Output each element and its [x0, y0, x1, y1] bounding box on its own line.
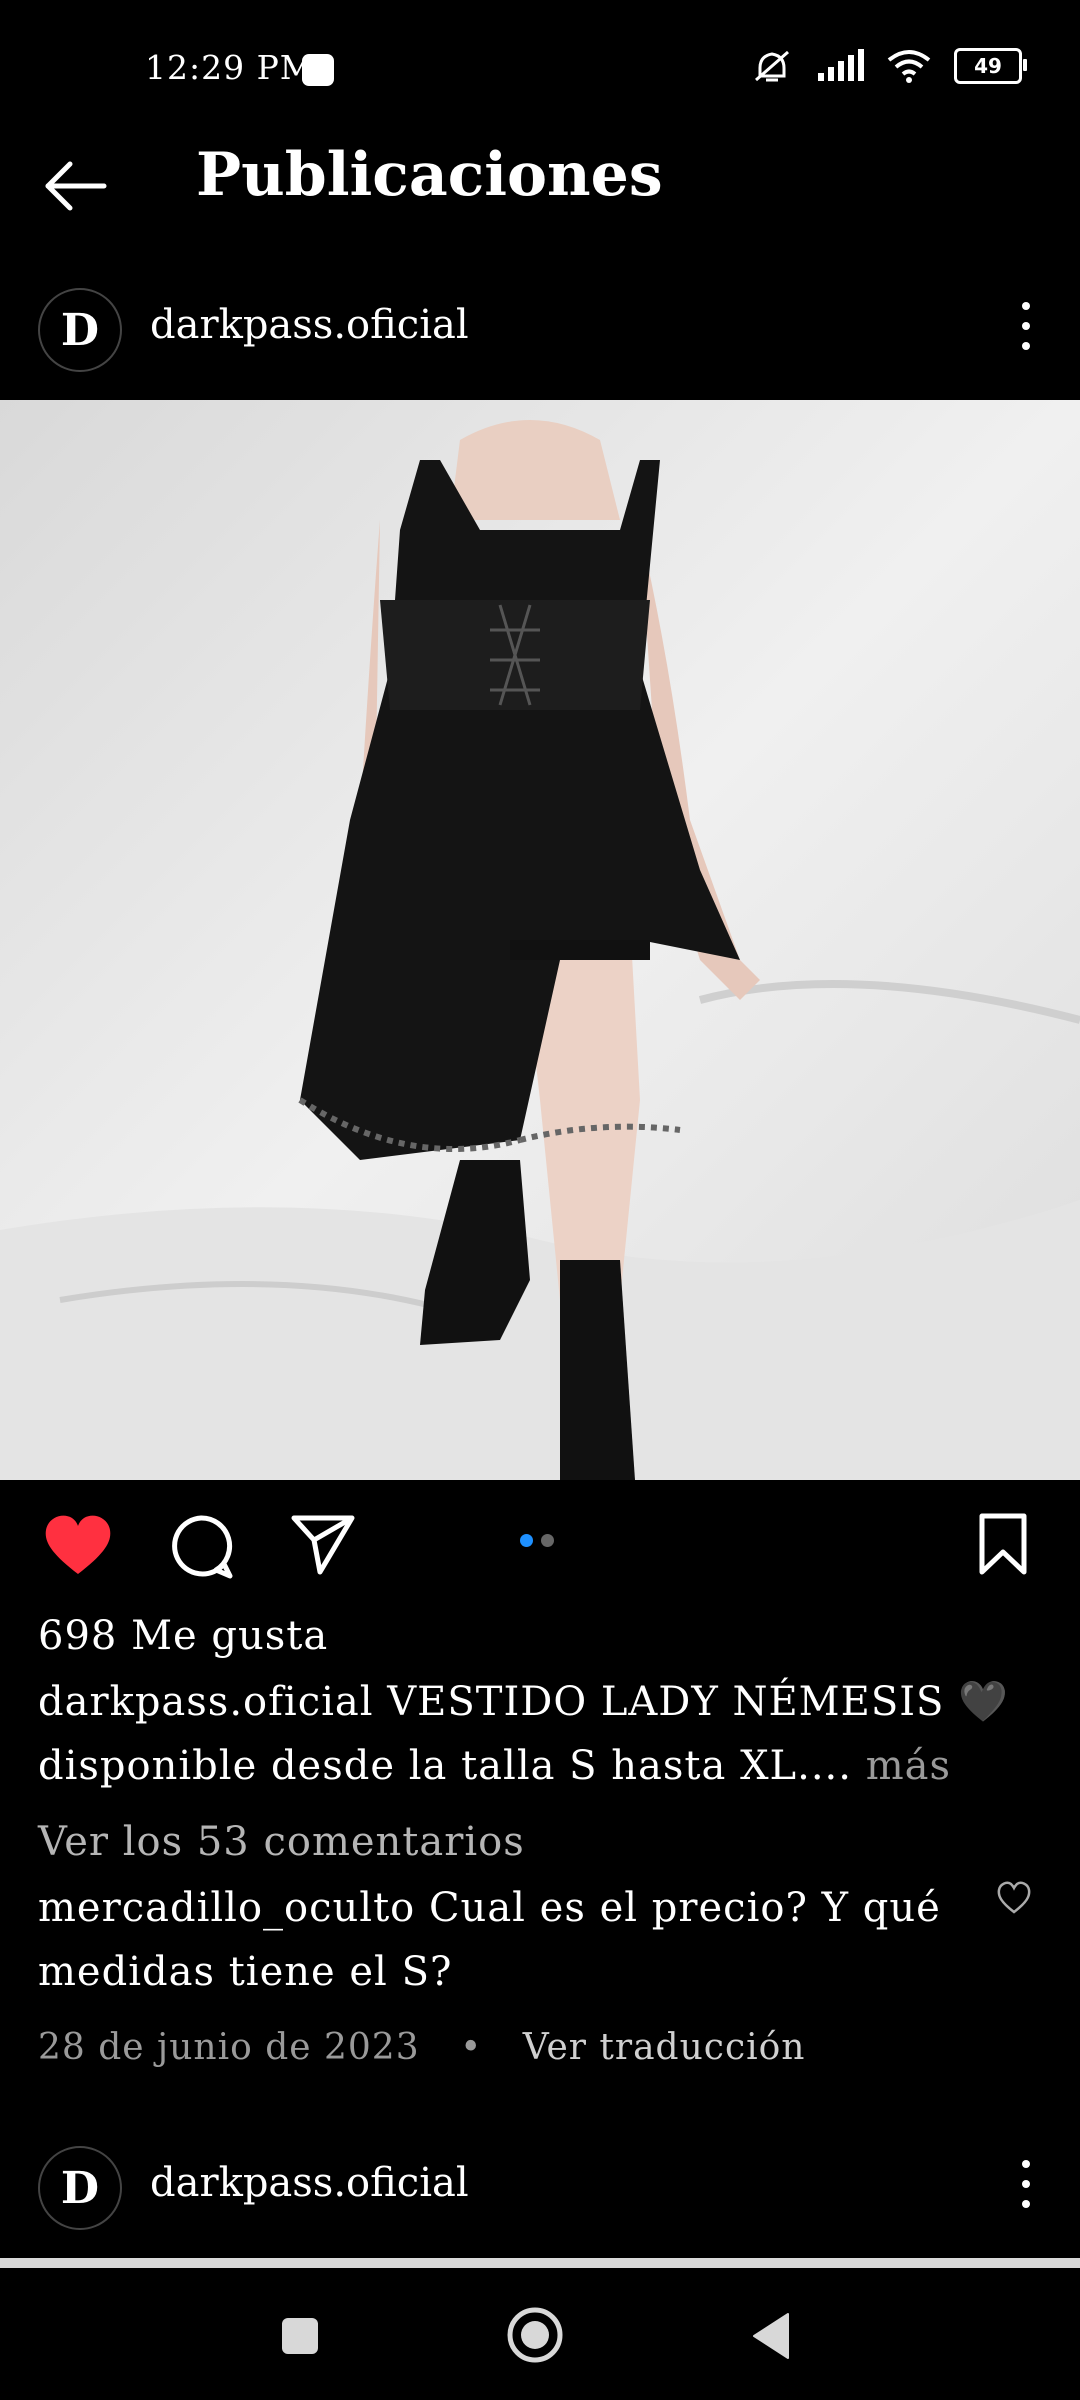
back-arrow-icon[interactable]: [40, 150, 112, 222]
battery-icon: 49: [954, 48, 1027, 84]
caption-username[interactable]: darkpass.oficial: [38, 1679, 374, 1725]
like-heart-icon[interactable]: [42, 1512, 114, 1578]
battery-level: 49: [974, 54, 1002, 78]
recents-icon[interactable]: [280, 2316, 320, 2356]
avatar-letter: D: [60, 304, 100, 356]
system-nav-bar: [0, 2268, 1080, 2400]
signal-icon: [818, 49, 864, 81]
post-image[interactable]: [0, 400, 1080, 1480]
comment-text-1: Cual es el precio? Y qué: [428, 1885, 941, 1931]
meta-separator: •: [460, 2027, 483, 2068]
page-title: Publicaciones: [196, 140, 663, 210]
post-actions: [0, 1500, 1080, 1590]
carousel-indicator: [520, 1534, 554, 1547]
view-comments-link[interactable]: Ver los 53 comentarios: [38, 1810, 525, 1874]
comment-like-heart-icon[interactable]: [996, 1880, 1032, 1916]
home-icon[interactable]: [506, 2306, 564, 2364]
next-post-username[interactable]: darkpass.oficial: [150, 2160, 469, 2206]
likes-count[interactable]: 698 Me gusta: [38, 1604, 328, 1668]
comment-line-1: mercadillo_oculto Cual es el precio? Y q…: [38, 1876, 941, 1940]
mute-icon: [755, 50, 789, 82]
caption-line-2: disponible desde la talla S hasta XL....…: [38, 1734, 951, 1798]
caption-line-1: darkpass.oficial VESTIDO LADY NÉMESIS 🖤: [38, 1670, 1009, 1734]
next-more-options-icon[interactable]: [1016, 2160, 1036, 2220]
more-link[interactable]: más: [866, 1743, 951, 1789]
translate-link[interactable]: Ver traducción: [523, 2027, 806, 2068]
notification-icon: [302, 54, 334, 86]
next-post-header: D darkpass.oficial: [0, 2146, 1080, 2256]
comment-line-2: medidas tiene el S?: [38, 1949, 453, 1995]
dress-photo: [0, 400, 1080, 1480]
bookmark-icon[interactable]: [976, 1512, 1030, 1576]
back-nav-icon[interactable]: [750, 2312, 792, 2360]
share-icon[interactable]: [288, 1512, 358, 1578]
next-post-image-peek: [0, 2258, 1080, 2268]
caption-text-2: disponible desde la talla S hasta XL....: [38, 1743, 852, 1789]
status-icons: 49: [750, 46, 1027, 86]
carousel-dot-active: [520, 1534, 533, 1547]
carousel-dot: [541, 1534, 554, 1547]
post-date: 28 de junio de 2023: [38, 2027, 420, 2068]
avatar[interactable]: D: [38, 288, 122, 372]
post-username[interactable]: darkpass.oficial: [150, 302, 469, 348]
post-meta: 28 de junio de 2023 • Ver traducción: [38, 2016, 805, 2080]
next-avatar-letter: D: [60, 2162, 100, 2214]
next-avatar[interactable]: D: [38, 2146, 122, 2230]
more-options-icon[interactable]: [1016, 302, 1036, 362]
comment-username[interactable]: mercadillo_oculto: [38, 1885, 415, 1931]
post-header: D darkpass.oficial: [0, 288, 1080, 398]
comment-icon[interactable]: [166, 1512, 236, 1582]
status-time: 12:29 PM: [145, 48, 315, 87]
status-bar: 12:29 PM 49: [0, 0, 1080, 140]
caption-text-1: VESTIDO LADY NÉMESIS 🖤: [387, 1679, 1009, 1725]
wifi-icon: [887, 50, 931, 83]
